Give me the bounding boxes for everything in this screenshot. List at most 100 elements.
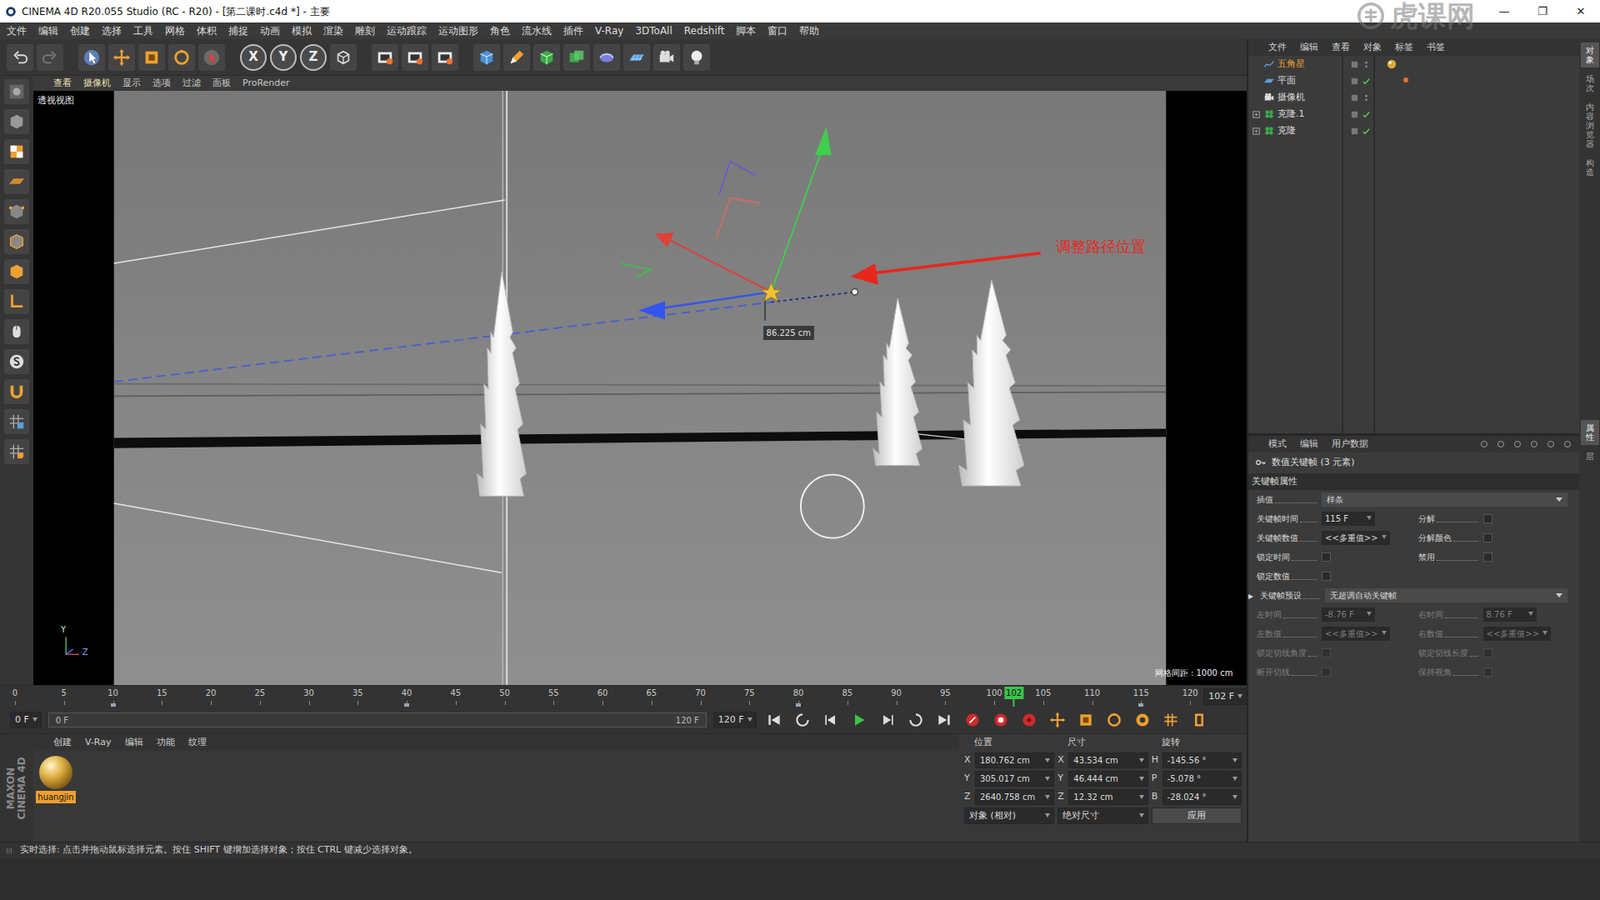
- record-button[interactable]: [961, 709, 984, 731]
- viewport-menu-item[interactable]: 查看: [53, 76, 72, 91]
- playhead[interactable]: 102: [1004, 686, 1024, 707]
- tree-model[interactable]: [959, 280, 1025, 486]
- deform-button[interactable]: [593, 44, 620, 71]
- side-tab[interactable]: 属性: [1580, 420, 1600, 445]
- menu-item[interactable]: 编辑: [38, 23, 59, 39]
- material-menu-item[interactable]: 编辑: [125, 735, 144, 750]
- tree-model[interactable]: [873, 298, 923, 466]
- object-row[interactable]: 五角星: [1248, 55, 1580, 73]
- side-tab[interactable]: 场次: [1585, 70, 1595, 96]
- film-button[interactable]: [431, 44, 459, 71]
- size-field[interactable]: 12.32 cm: [1068, 789, 1148, 805]
- size-field[interactable]: 46.444 cm: [1068, 770, 1148, 787]
- object-row[interactable]: 克隆.1: [1248, 105, 1580, 123]
- menu-item[interactable]: 动画: [260, 23, 280, 39]
- menu-item[interactable]: 模拟: [291, 23, 312, 39]
- menu-item[interactable]: 网格: [165, 23, 185, 39]
- polygons-tool[interactable]: [4, 259, 30, 285]
- view-tool[interactable]: [4, 79, 30, 105]
- undo-button[interactable]: [6, 44, 34, 71]
- field-dropdown[interactable]: 无超调自动关键帧: [1325, 588, 1568, 603]
- viewport-menu-item[interactable]: 摄像机: [83, 76, 111, 91]
- points-tool[interactable]: [4, 199, 30, 225]
- menu-item[interactable]: Redshift: [684, 23, 725, 39]
- object-menu-item[interactable]: 标签: [1395, 40, 1414, 55]
- next-key-button[interactable]: [905, 709, 927, 731]
- viewport-menu-item[interactable]: 显示: [122, 76, 141, 91]
- size-field[interactable]: 43.534 cm: [1068, 752, 1148, 769]
- key-pla-button[interactable]: [1160, 709, 1182, 731]
- side-tab[interactable]: 对象: [1580, 42, 1600, 68]
- position-field[interactable]: 2640.758 cm: [975, 789, 1055, 805]
- key-position-button[interactable]: [1046, 709, 1069, 731]
- keyframe-marker[interactable]: [110, 703, 116, 707]
- coord-button[interactable]: [330, 44, 357, 71]
- viewport-menu-item[interactable]: 选项: [152, 76, 171, 91]
- first-frame-button[interactable]: [763, 709, 785, 731]
- subdiv-button[interactable]: [533, 44, 560, 71]
- snap-tool[interactable]: [4, 349, 30, 375]
- tree-model[interactable]: [477, 271, 527, 497]
- model-tool[interactable]: [4, 109, 30, 135]
- env-button[interactable]: [623, 44, 650, 71]
- menu-item[interactable]: V-Ray: [595, 23, 624, 39]
- menu-item[interactable]: 渲染: [323, 23, 344, 39]
- menu-item[interactable]: 捕捉: [228, 23, 249, 39]
- pen-button[interactable]: [503, 44, 530, 71]
- field-checkbox[interactable]: [1483, 514, 1493, 524]
- menu-item[interactable]: 工具: [133, 23, 154, 39]
- object-name[interactable]: 克隆.1: [1277, 107, 1343, 122]
- menu-item[interactable]: 运动图形: [438, 23, 479, 39]
- field-checkbox[interactable]: [1321, 571, 1331, 581]
- object-menu-item[interactable]: 书签: [1426, 40, 1445, 55]
- object-row[interactable]: 摄像机: [1248, 89, 1580, 106]
- tree-models[interactable]: [477, 271, 1025, 497]
- menu-item[interactable]: 文件: [6, 23, 27, 39]
- menu-item[interactable]: 选择: [101, 23, 122, 39]
- minimize-button[interactable]: —: [1485, 3, 1524, 20]
- field-checkbox[interactable]: [1483, 552, 1493, 562]
- key-selection-button[interactable]: [1018, 709, 1040, 731]
- side-tab[interactable]: 内容浏览器: [1585, 99, 1595, 152]
- prev-key-button[interactable]: [791, 709, 814, 731]
- material-menu-item[interactable]: V-Ray: [85, 735, 112, 750]
- film-button[interactable]: [371, 44, 399, 71]
- scale-button[interactable]: [138, 44, 165, 71]
- live-button[interactable]: [198, 44, 225, 71]
- frame-ruler[interactable]: 0510152025303540455055606570758085909510…: [15, 686, 1190, 707]
- viewport-menu-item[interactable]: ProRender: [242, 76, 290, 91]
- apply-button[interactable]: 应用: [1151, 807, 1242, 825]
- material-menu-item[interactable]: 创建: [53, 735, 72, 750]
- move-button[interactable]: [108, 44, 135, 71]
- object-row[interactable]: 平面: [1248, 72, 1580, 90]
- rotation-field[interactable]: -28.024 °: [1162, 789, 1242, 805]
- rotation-field[interactable]: -145.56 °: [1162, 752, 1242, 769]
- coord-mode-dropdown[interactable]: 绝对尺寸: [1057, 807, 1148, 825]
- grid-lock-tool[interactable]: [4, 409, 30, 435]
- axis-lock-button[interactable]: Z: [300, 44, 327, 71]
- camera-button[interactable]: [653, 44, 680, 71]
- viewport[interactable]: 透视视图调整路径位置86.225 cm网格间距 : 1000 cmYZ: [33, 90, 1247, 685]
- edges-tool[interactable]: [4, 229, 30, 255]
- rotate-button[interactable]: [168, 44, 195, 71]
- viewport-menu-item[interactable]: 面板: [212, 76, 231, 91]
- texture-tool[interactable]: [4, 139, 30, 165]
- menu-item[interactable]: 创建: [70, 23, 90, 39]
- preview-range-slider[interactable]: 0 F120 F: [48, 712, 707, 728]
- object-name[interactable]: 摄像机: [1277, 90, 1343, 105]
- current-frame-field[interactable]: 102 F: [1203, 688, 1247, 706]
- play-button[interactable]: [848, 709, 870, 731]
- object-name[interactable]: 克隆: [1277, 124, 1343, 139]
- menu-item[interactable]: 角色: [490, 23, 510, 39]
- object-menu-item[interactable]: 对象: [1363, 40, 1382, 55]
- position-field[interactable]: 305.017 cm: [975, 770, 1055, 787]
- menu-item[interactable]: 流水线: [521, 23, 552, 39]
- array-button[interactable]: [563, 44, 590, 71]
- section-expander[interactable]: ▸: [1248, 588, 1257, 604]
- keyframe-marker[interactable]: [795, 703, 801, 707]
- object-menu-item[interactable]: 编辑: [1300, 40, 1319, 55]
- transform-gizmo[interactable]: [620, 126, 858, 321]
- menu-item[interactable]: 脚本: [735, 23, 756, 39]
- menu-item[interactable]: 运动跟踪: [386, 23, 427, 39]
- menu-item[interactable]: 体积: [196, 23, 217, 39]
